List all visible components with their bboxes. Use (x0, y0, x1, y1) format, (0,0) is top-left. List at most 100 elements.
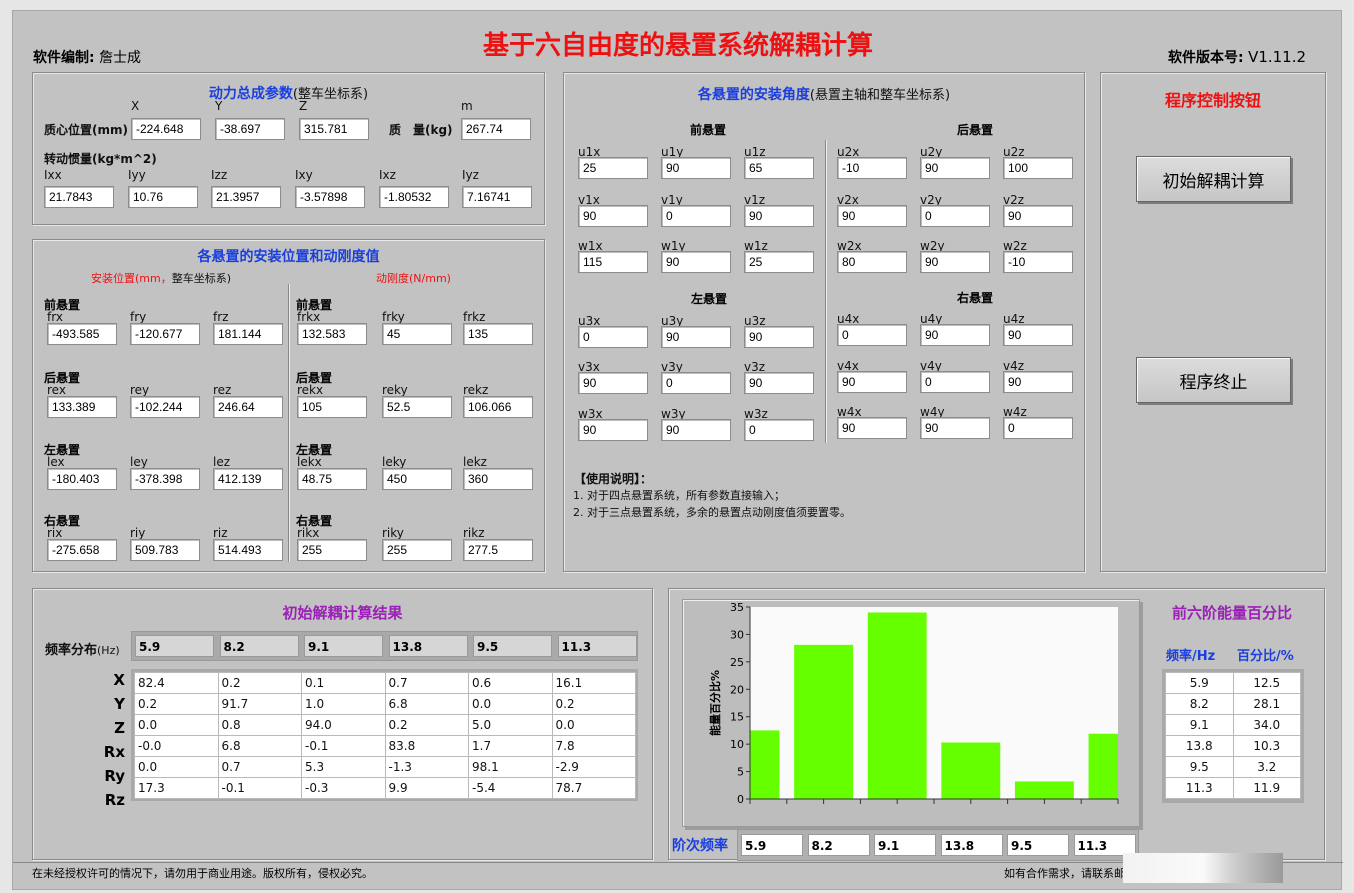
cg-1-label: Y (215, 99, 223, 113)
stiffness-3-2-input[interactable]: 277.5 (463, 539, 533, 561)
position-3-2-input[interactable]: 514.493 (213, 539, 283, 561)
angle-0-0-1-input[interactable]: 90 (661, 157, 731, 179)
position-0-0-input[interactable]: -493.585 (47, 323, 117, 345)
bar-2 (794, 644, 854, 799)
position-3-0-input[interactable]: -275.658 (47, 539, 117, 561)
stiffness-1-2-input[interactable]: 106.066 (463, 396, 533, 418)
y-tick-label: 0 (737, 793, 744, 806)
angle-0-2-2-input[interactable]: 25 (744, 251, 814, 273)
angle-3-0-2-input[interactable]: 90 (1003, 324, 1073, 346)
angle-1-1-1-input[interactable]: 0 (920, 205, 990, 227)
angle-2-1-2-input[interactable]: 90 (744, 372, 814, 394)
stiffness-0-1-input[interactable]: 45 (382, 323, 452, 345)
stiffness-0-0-input[interactable]: 132.583 (297, 323, 367, 345)
angle-2-2-0-input[interactable]: 90 (578, 419, 648, 441)
table-row: 0.0 0.7 5.3 -1.3 98.1 -2.9 (134, 756, 636, 778)
angle-1-2-2-input[interactable]: -10 (1003, 251, 1073, 273)
table-cell: 11.3 (1165, 777, 1234, 799)
table-cell: 83.8 (384, 735, 469, 757)
table-cell: 12.5 (1232, 672, 1301, 694)
position-1-1-input[interactable]: -102.244 (130, 396, 200, 418)
angle-3-1-0-input[interactable]: 90 (837, 371, 907, 393)
footer-copyright: 在未经授权许可的情况下，请勿用于商业用途。版权所有，侵权必究。 (32, 867, 373, 880)
position-subtitle-black: 整车坐标系) (171, 272, 232, 285)
angle-3-2-1-input[interactable]: 90 (920, 417, 990, 439)
table-cell: -5.4 (468, 777, 553, 799)
position-2-0-input[interactable]: -180.403 (47, 468, 117, 490)
inertia-3-input[interactable]: -3.57898 (295, 186, 365, 208)
table-row: 0.2 91.7 1.0 6.8 0.0 0.2 (134, 693, 636, 715)
mass-label: m (461, 99, 473, 113)
angle-1-2-0-input[interactable]: 80 (837, 251, 907, 273)
inertia-1-input[interactable]: 10.76 (128, 186, 198, 208)
angle-0-1-2-input[interactable]: 90 (744, 205, 814, 227)
angle-1-0-1-input[interactable]: 90 (920, 157, 990, 179)
y-tick-label: 30 (730, 628, 744, 641)
angle-3-2-2-input[interactable]: 0 (1003, 417, 1073, 439)
angle-1-1-0-input[interactable]: 90 (837, 205, 907, 227)
stiffness-1-0-input[interactable]: 105 (297, 396, 367, 418)
stiffness-3-0-input[interactable]: 255 (297, 539, 367, 561)
table-cell: 9.5 (1165, 756, 1234, 778)
angle-2-2-1-input[interactable]: 90 (661, 419, 731, 441)
stiffness-3-1-input[interactable]: 255 (382, 539, 452, 561)
angle-2-0-0-input[interactable]: 0 (578, 326, 648, 348)
order-freq-indicator: 9.1 (874, 834, 936, 856)
stiffness-2-2-input[interactable]: 360 (463, 468, 533, 490)
program-control-panel: 程序控制按钮 初始解耦计算 程序终止 (1100, 72, 1326, 572)
table-cell: 0.0 (134, 714, 219, 736)
mass-input[interactable]: 267.74 (461, 118, 531, 140)
angle-0-2-1-input[interactable]: 90 (661, 251, 731, 273)
cg-1-input[interactable]: -38.697 (215, 118, 285, 140)
cg-2-input[interactable]: 315.781 (299, 118, 369, 140)
position-2-2-input[interactable]: 412.139 (213, 468, 283, 490)
inertia-0-label: Ixx (44, 168, 62, 182)
stiffness-2-0-label: lekx (297, 455, 322, 469)
stiffness-1-1-input[interactable]: 52.5 (382, 396, 452, 418)
angle-3-1-1-input[interactable]: 0 (920, 371, 990, 393)
angle-1-2-1-input[interactable]: 90 (920, 251, 990, 273)
angle-0-1-0-input[interactable]: 90 (578, 205, 648, 227)
position-subtitle-red: 安装位置(mm， (91, 272, 172, 285)
angle-2-1-0-input[interactable]: 90 (578, 372, 648, 394)
angle-3-1-2-input[interactable]: 90 (1003, 371, 1073, 393)
angle-2-0-1-input[interactable]: 90 (661, 326, 731, 348)
position-0-1-input[interactable]: -120.677 (130, 323, 200, 345)
position-1-2-input[interactable]: 246.64 (213, 396, 283, 418)
angle-0-1-1-input[interactable]: 0 (661, 205, 731, 227)
inertia-2-input[interactable]: 21.3957 (211, 186, 281, 208)
row-label: Z (114, 719, 125, 737)
freq-indicator: 9.1 (304, 635, 383, 657)
position-1-0-input[interactable]: 133.389 (47, 396, 117, 418)
position-2-2-label: lez (213, 455, 231, 469)
position-0-2-input[interactable]: 181.144 (213, 323, 283, 345)
position-2-0-label: lex (47, 455, 65, 469)
initial-decoupling-button[interactable]: 初始解耦计算 (1136, 156, 1291, 202)
angle-3-0-0-input[interactable]: 0 (837, 324, 907, 346)
angle-3-0-1-input[interactable]: 90 (920, 324, 990, 346)
angle-2-0-2-input[interactable]: 90 (744, 326, 814, 348)
freq-indicator: 5.9 (135, 635, 214, 657)
inertia-4-input[interactable]: -1.80532 (379, 186, 449, 208)
angle-2-2-2-input[interactable]: 0 (744, 419, 814, 441)
angle-1-0-2-input[interactable]: 100 (1003, 157, 1073, 179)
inertia-0-input[interactable]: 21.7843 (44, 186, 114, 208)
position-3-1-input[interactable]: 509.783 (130, 539, 200, 561)
angle-0-0-2-input[interactable]: 65 (744, 157, 814, 179)
angle-1-0-0-input[interactable]: -10 (837, 157, 907, 179)
inertia-5-input[interactable]: 7.16741 (462, 186, 532, 208)
cg-0-input[interactable]: -224.648 (131, 118, 201, 140)
stop-program-button[interactable]: 程序终止 (1136, 357, 1291, 403)
angle-1-1-2-input[interactable]: 90 (1003, 205, 1073, 227)
stiffness-0-2-input[interactable]: 135 (463, 323, 533, 345)
angle-0-0-0-input[interactable]: 25 (578, 157, 648, 179)
angle-3-2-0-input[interactable]: 90 (837, 417, 907, 439)
angle-2-1-1-input[interactable]: 0 (661, 372, 731, 394)
position-2-1-input[interactable]: -378.398 (130, 468, 200, 490)
angle-0-2-0-input[interactable]: 115 (578, 251, 648, 273)
stiffness-2-1-input[interactable]: 450 (382, 468, 452, 490)
energy-percentage-table: 5.9 12.5 8.2 28.1 9.1 34.0 13.8 10.3 9.5 3.2 11.3 1… (1165, 672, 1301, 799)
position-3-2-label: riz (213, 526, 228, 540)
angle-group-name: 左悬置 (691, 292, 728, 306)
stiffness-2-0-input[interactable]: 48.75 (297, 468, 367, 490)
